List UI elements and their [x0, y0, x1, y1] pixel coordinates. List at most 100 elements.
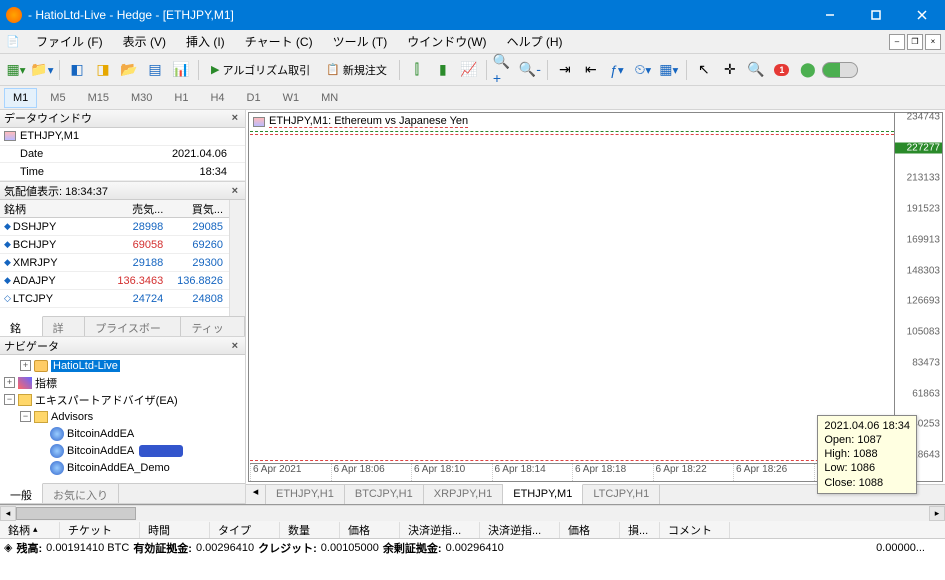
templates-button[interactable]: ▦▾	[657, 58, 681, 82]
price-tick: 191523	[907, 204, 940, 215]
scroll-left[interactable]: ◂	[0, 506, 16, 521]
time-tick: 6 Apr 18:26	[733, 464, 814, 481]
mdi-restore[interactable]: ❐	[907, 34, 923, 50]
terminal-col-header[interactable]: タイプ	[210, 522, 280, 538]
terminal-button[interactable]: ▤	[143, 58, 167, 82]
periods-button[interactable]: ⏲▾	[631, 58, 655, 82]
app-menu-icon[interactable]: 📄	[4, 33, 22, 51]
tf-m15[interactable]: M15	[79, 88, 118, 108]
tf-m30[interactable]: M30	[122, 88, 161, 108]
tf-d1[interactable]: D1	[238, 88, 270, 108]
quote-row[interactable]: ◆ XMRJPY2918829300	[0, 254, 229, 272]
scroll-right[interactable]: ▸	[929, 506, 945, 521]
tf-h4[interactable]: H4	[201, 88, 233, 108]
quotes-scrollbar[interactable]	[229, 200, 245, 316]
strategy-tester-button[interactable]: 📊	[169, 58, 193, 82]
ea-icon	[50, 461, 64, 475]
nav-ea[interactable]: −エキスパートアドバイザ(EA)	[2, 391, 243, 408]
profiles-button[interactable]: 📁▾	[30, 58, 54, 82]
chart-tab-prev[interactable]: ◂	[246, 485, 266, 504]
market-watch-close[interactable]: ×	[229, 185, 241, 197]
chart-tab[interactable]: BTCJPY,H1	[345, 485, 424, 504]
algo-trading-button[interactable]: ▶アルゴリズム取引	[204, 58, 317, 82]
tf-m5[interactable]: M5	[41, 88, 74, 108]
mdi-minimize[interactable]: –	[889, 34, 905, 50]
line-chart-button[interactable]: 📈	[457, 58, 481, 82]
nav-ea-item[interactable]: BitcoinAddEA_Demo	[2, 459, 243, 476]
terminal-col-header[interactable]: 数量	[280, 522, 340, 538]
nav-indicators[interactable]: +指標	[2, 374, 243, 391]
nav-advisors[interactable]: −Advisors	[2, 408, 243, 425]
tf-w1[interactable]: W1	[274, 88, 309, 108]
direction-icon: ◆	[4, 275, 11, 286]
quote-row[interactable]: ◇ LTCJPY2472424808	[0, 290, 229, 308]
terminal-col-header[interactable]: 決済逆指...	[400, 522, 480, 538]
indicators-button[interactable]: ƒ▾	[605, 58, 629, 82]
new-chart-button[interactable]: ▦ ▾	[4, 58, 28, 82]
terminal-col-header[interactable]: 価格	[340, 522, 400, 538]
new-order-button[interactable]: 📋新規注文	[319, 58, 394, 82]
quotes-tab-symbols[interactable]: 銘柄	[0, 316, 43, 336]
terminal-scrollbar[interactable]: ◂ ▸	[0, 505, 945, 521]
quotes-header-row: 銘柄 売気... 買気...	[0, 200, 229, 218]
navigator-close[interactable]: ×	[229, 340, 241, 352]
quote-row[interactable]: ◆ ADAJPY136.3463136.8826	[0, 272, 229, 290]
menu-view[interactable]: 表示 (V)	[113, 29, 176, 54]
objects-button[interactable]: 🔍	[744, 58, 768, 82]
market-watch-button[interactable]: ◧	[65, 58, 89, 82]
data-window-close[interactable]: ×	[229, 112, 241, 124]
cursor-button[interactable]: ↖	[692, 58, 716, 82]
window-title: - HatioLtd-Live - Hedge - [ETHJPY,M1]	[28, 8, 807, 22]
scroll-thumb[interactable]	[16, 507, 136, 520]
tf-m1[interactable]: M1	[4, 88, 37, 108]
quotes-tab-tick[interactable]: ティック	[181, 317, 245, 336]
close-button[interactable]	[899, 0, 945, 30]
quotes-tab-priceboard[interactable]: プライスボード	[85, 317, 181, 336]
terminal-col-header[interactable]: 損...	[620, 522, 660, 538]
nav-account[interactable]: +HatioLtd-Live	[2, 357, 243, 374]
terminal-col-header[interactable]: チケット	[60, 522, 140, 538]
crosshair-button[interactable]: ✛	[718, 58, 742, 82]
terminal-col-header[interactable]: 時間	[140, 522, 210, 538]
price-tick: 234743	[907, 112, 940, 123]
quotes-tab-details[interactable]: 詳細	[43, 317, 86, 336]
market-watch-panel: 気配値表示: 18:34:37 × 銘柄 売気... 買気... ◆ DSHJP…	[0, 182, 245, 337]
maximize-button[interactable]	[853, 0, 899, 30]
minimize-button[interactable]	[807, 0, 853, 30]
zoom-out-button[interactable]: 🔍-	[518, 58, 542, 82]
alerts-button[interactable]: 1	[770, 58, 794, 82]
nav-tab-favorites[interactable]: お気に入り	[43, 484, 119, 503]
menu-help[interactable]: ヘルプ (H)	[497, 29, 573, 54]
market-watch-title: 気配値表示: 18:34:37	[4, 183, 108, 199]
auto-scroll-button[interactable]: ⇥	[553, 58, 577, 82]
nav-ea-item[interactable]: BitcoinAddEAxxxxx	[2, 442, 243, 459]
menu-insert[interactable]: 挿入 (I)	[176, 29, 235, 54]
terminal-col-header[interactable]: 決済逆指...	[480, 522, 560, 538]
data-window-button[interactable]: ◨	[91, 58, 115, 82]
candle-chart-button[interactable]: ▮	[431, 58, 455, 82]
chart-shift-button[interactable]: ⇤	[579, 58, 603, 82]
tf-mn[interactable]: MN	[312, 88, 347, 108]
terminal-col-header[interactable]: 価格	[560, 522, 620, 538]
enable-switch[interactable]	[822, 62, 858, 78]
menu-chart[interactable]: チャート (C)	[235, 29, 323, 54]
quote-row[interactable]: ◆ DSHJPY2899829085	[0, 218, 229, 236]
terminal-col-header[interactable]: コメント	[660, 522, 730, 538]
nav-ea-item[interactable]: BitcoinAddEA	[2, 425, 243, 442]
chart-tab[interactable]: ETHJPY,M1	[503, 484, 583, 504]
nav-tab-common[interactable]: 一般	[0, 483, 43, 503]
vps-button[interactable]: ⬤	[796, 58, 820, 82]
zoom-in-button[interactable]: 🔍+	[492, 58, 516, 82]
menu-window[interactable]: ウインドウ(W)	[397, 29, 496, 54]
navigator-button[interactable]: 📂	[117, 58, 141, 82]
chart-tab[interactable]: ETHJPY,H1	[266, 485, 345, 504]
menu-tools[interactable]: ツール (T)	[323, 29, 398, 54]
chart-tab[interactable]: XRPJPY,H1	[424, 485, 504, 504]
terminal-col-header[interactable]: 銘柄 ▴	[0, 522, 60, 538]
mdi-close[interactable]: ×	[925, 34, 941, 50]
menu-file[interactable]: ファイル (F)	[26, 29, 113, 54]
bar-chart-button[interactable]: ⫿	[405, 58, 429, 82]
quote-row[interactable]: ◆ BCHJPY6905869260	[0, 236, 229, 254]
tf-h1[interactable]: H1	[165, 88, 197, 108]
chart-tab[interactable]: LTCJPY,H1	[583, 485, 660, 504]
